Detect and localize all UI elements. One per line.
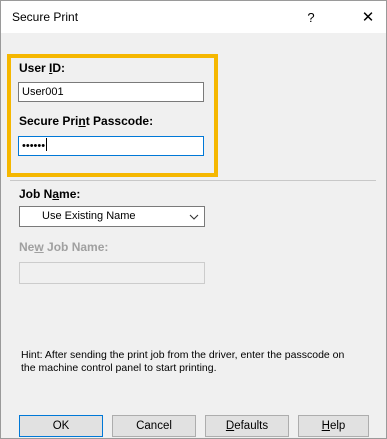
job-name-selected: Use Existing Name [42,210,136,222]
job-name-select[interactable]: Use Existing Name [19,206,205,227]
hint-text: Hint: After sending the print job from t… [21,349,345,374]
help-button[interactable]: Help [298,415,369,437]
dialog-content: User ID: User001 Secure Print Passcode: … [1,33,386,438]
dialog-title: Secure Print [12,10,79,24]
passcode-value: •••••• [22,140,46,152]
help-title-button[interactable]: ? [299,7,323,29]
user-id-input[interactable]: User001 [18,82,204,102]
section-divider [10,180,376,181]
text-caret [46,138,48,151]
passcode-input[interactable]: •••••• [18,136,204,156]
chevron-down-icon [189,214,199,220]
secure-print-dialog: Secure Print ? ✕ User ID: User001 Secure… [0,0,387,439]
defaults-button[interactable]: Defaults [205,415,289,437]
ok-button[interactable]: OK [19,415,103,437]
new-job-name-label: New Job Name: [19,240,109,254]
job-name-label: Job Name: [19,187,81,201]
passcode-label: Secure Print Passcode: [19,114,154,128]
title-bar: Secure Print ? ✕ [1,1,386,33]
user-id-label: User ID: [19,61,66,75]
cancel-button[interactable]: Cancel [112,415,196,437]
new-job-name-input [19,262,205,284]
close-button[interactable]: ✕ [355,7,381,29]
